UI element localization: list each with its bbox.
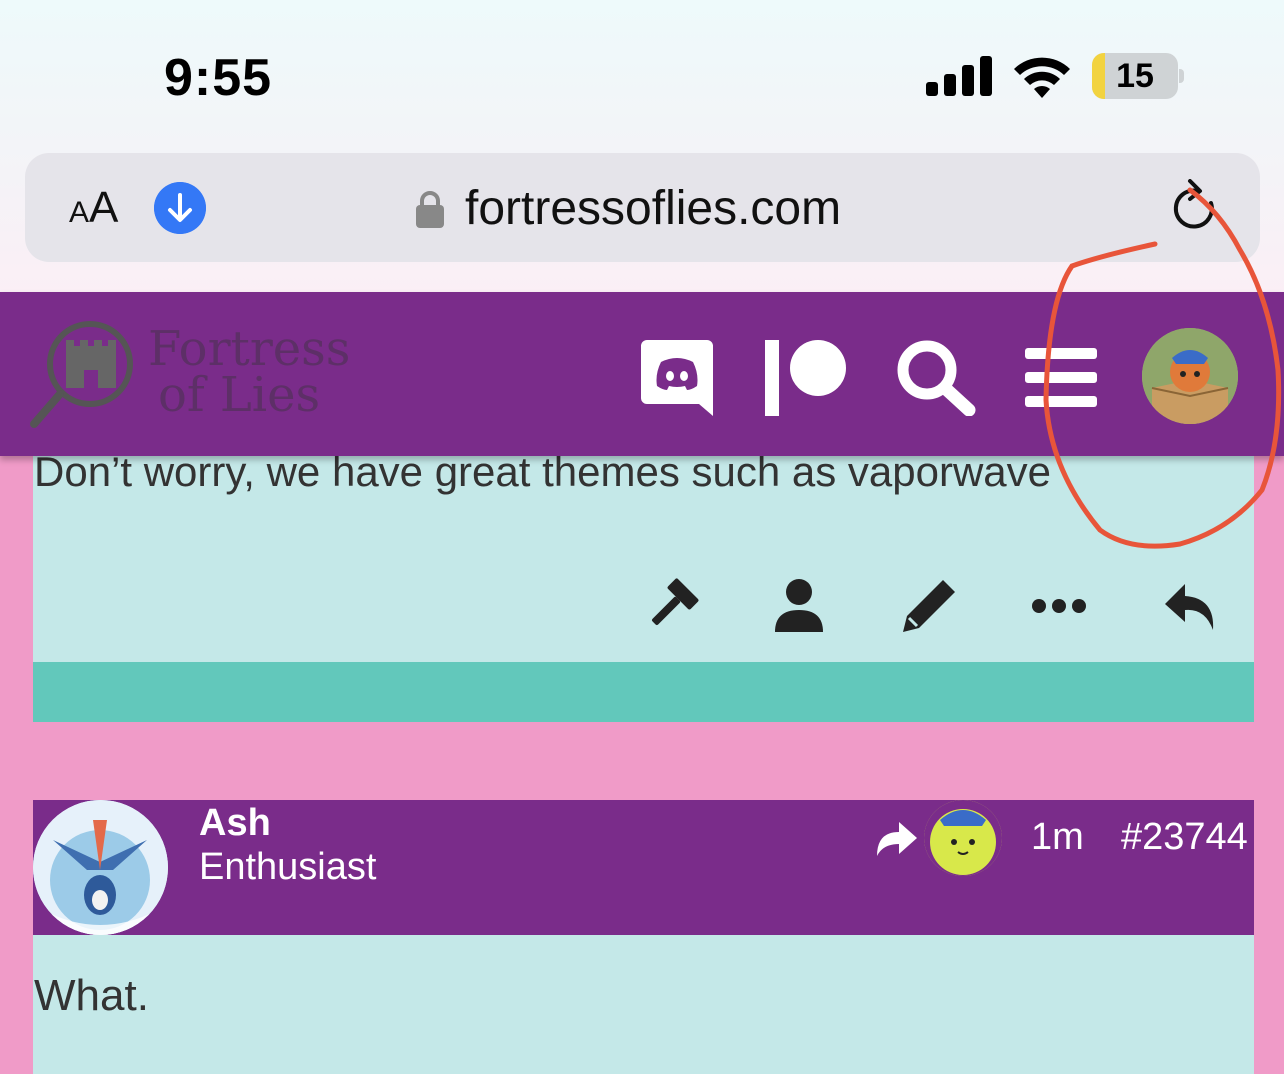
poster-avatar[interactable] (33, 800, 168, 935)
battery-percent: 15 (1116, 57, 1154, 95)
post-body-container: What. (33, 935, 1254, 1074)
cellular-signal-icon (926, 56, 992, 96)
post-card: Don’t worry, we have great themes such a… (33, 430, 1254, 662)
reload-icon[interactable] (1168, 179, 1218, 235)
pencil-icon[interactable] (899, 576, 959, 636)
battery-indicator: 15 (1092, 53, 1184, 99)
post-number[interactable]: #23744 (1121, 816, 1248, 859)
greninja-avatar-icon (33, 800, 168, 935)
address-bar[interactable]: AA fortressoflies.com (25, 153, 1260, 262)
share-arrow-icon[interactable] (873, 820, 919, 858)
site-header: Fortress of Lies (0, 292, 1284, 456)
site-logo-text[interactable]: Fortress of Lies (148, 325, 350, 419)
patreon-icon[interactable] (765, 340, 847, 416)
status-time: 9:55 (164, 49, 273, 107)
reply-to-avatar[interactable] (924, 800, 1002, 876)
gavel-icon[interactable] (641, 576, 701, 636)
post-footer-bar (33, 662, 1254, 722)
user-avatar[interactable] (1142, 328, 1238, 424)
download-icon[interactable] (154, 182, 206, 234)
browser-chrome: 9:55 15 AA fortressoflies.com (0, 0, 1284, 292)
menu-icon[interactable] (1025, 340, 1097, 416)
lock-icon (416, 191, 444, 228)
post-body: What. (34, 971, 149, 1020)
discord-icon[interactable] (641, 340, 713, 416)
ellipsis-icon[interactable] (1029, 576, 1089, 636)
text-size-button[interactable]: AA (69, 183, 118, 233)
user-icon[interactable] (769, 576, 829, 636)
url-text[interactable]: fortressoflies.com (465, 181, 841, 236)
cat-in-box-avatar-icon (1142, 328, 1238, 424)
post-header: Ash Enthusiast 1m #23744 (33, 800, 1254, 935)
user-title: Enthusiast (199, 846, 377, 888)
reply-icon[interactable] (1161, 576, 1221, 636)
username[interactable]: Ash (199, 802, 271, 845)
wifi-icon (1014, 57, 1070, 98)
search-icon[interactable] (895, 340, 977, 416)
green-blob-avatar-icon (924, 800, 1002, 876)
post-time[interactable]: 1m (1031, 816, 1084, 859)
